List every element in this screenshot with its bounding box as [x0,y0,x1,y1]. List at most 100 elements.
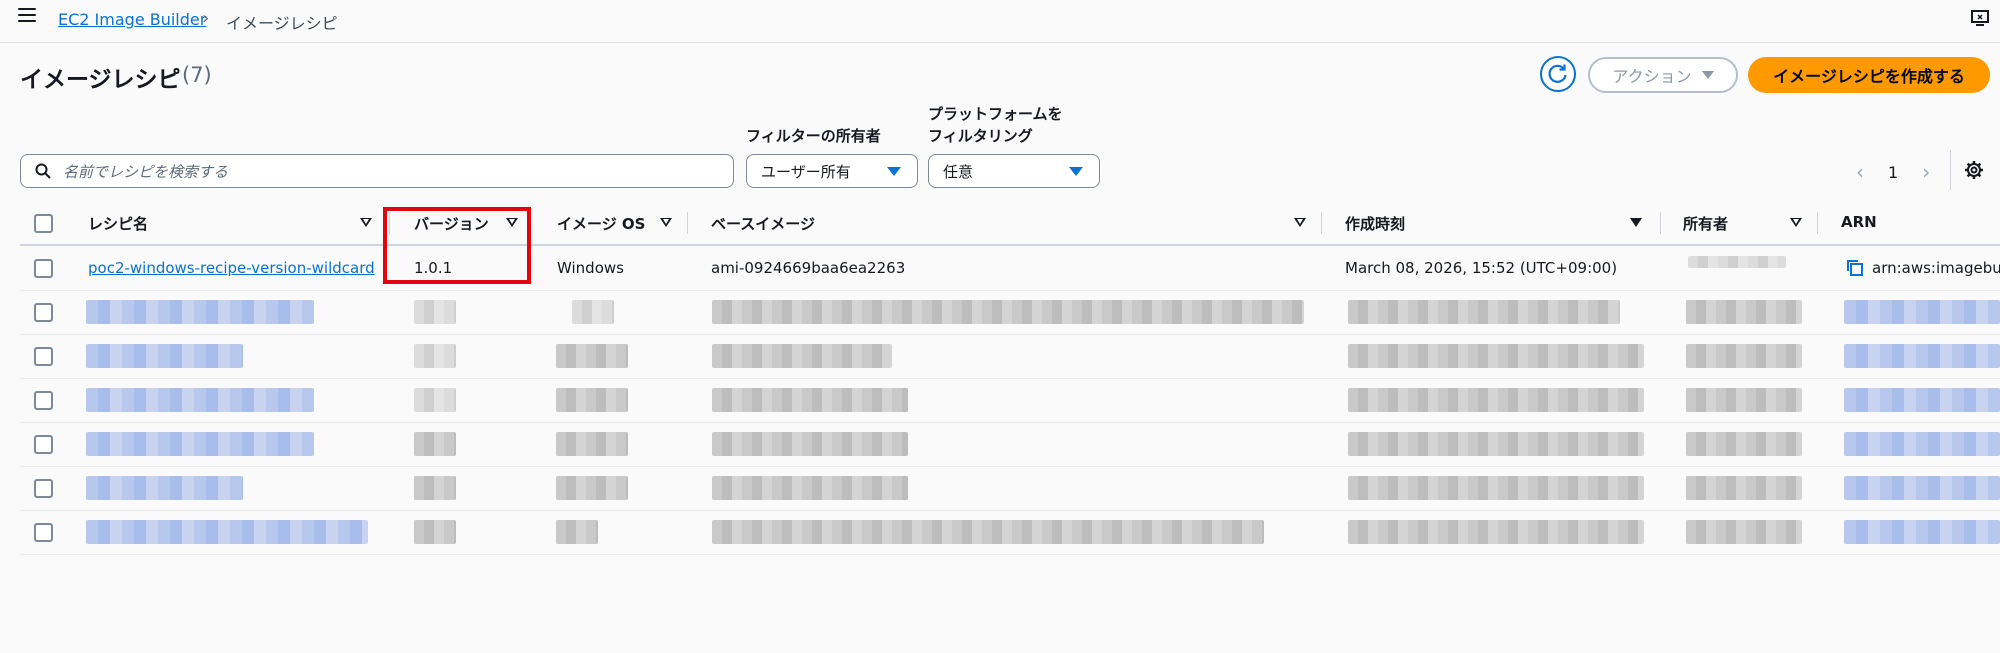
platform-filter-label-line1: プラットフォームを [928,105,1063,123]
next-page-button[interactable]: › [1922,160,1930,184]
column-header-arn[interactable]: ARN [1841,213,1877,231]
redacted-owner [1686,300,1802,324]
actions-label: アクション [1612,67,1692,86]
redacted-created-time [1348,344,1644,368]
row-checkbox[interactable] [34,303,53,322]
base-image-cell: ami-0924669baa6ea2263 [711,259,906,277]
redacted-created-time [1348,476,1644,500]
caret-down-icon [1069,167,1083,176]
redacted-arn [1844,300,2000,324]
redacted-owner [1686,476,1802,500]
column-header-owner[interactable]: 所有者 [1683,213,1728,234]
redacted-owner [1686,388,1802,412]
divider [1950,150,1951,190]
table-row [20,290,2000,335]
row-checkbox[interactable] [34,479,53,498]
row-checkbox[interactable] [34,391,53,410]
column-header-recipe-name[interactable]: レシピ名 [88,213,148,234]
created-time-cell: March 08, 2026, 15:52 (UTC+09:00) [1345,259,1618,277]
breadcrumb-service-link[interactable]: EC2 Image Builder [58,10,206,29]
current-page-number[interactable]: 1 [1888,163,1898,182]
search-field[interactable] [20,154,734,188]
sort-icon[interactable] [360,218,372,227]
sort-descending-icon[interactable] [1630,218,1642,227]
column-divider[interactable] [687,212,688,234]
redacted-recipe-name [86,300,314,324]
actions-dropdown-button[interactable]: アクション [1588,57,1738,93]
platform-filter-label-line2: フィルタリング [928,127,1033,145]
table-row [20,334,2000,379]
help-panel-icon[interactable] [1970,8,1990,28]
redacted-recipe-name [86,344,243,368]
table-row [20,510,2000,555]
gear-icon[interactable] [1964,160,1984,180]
redacted-os [556,344,628,368]
redacted-created-time [1348,388,1644,412]
row-checkbox[interactable] [34,347,53,366]
redacted-base-image [712,432,908,456]
owner-filter-select[interactable]: ユーザー所有 [746,154,918,188]
previous-page-button[interactable]: ‹ [1856,160,1864,184]
redacted-owner [1686,520,1802,544]
redacted-base-image [712,520,1264,544]
redacted-arn [1844,476,2000,500]
row-checkbox[interactable] [34,435,53,454]
recipe-count: (7) [182,63,212,87]
platform-filter-select[interactable]: 任意 [928,154,1100,188]
redacted-recipe-name [86,520,368,544]
redacted-created-time [1348,300,1620,324]
recipe-name-link[interactable]: poc2-windows-recipe-version-wildcard [88,259,375,277]
refresh-icon [1548,64,1567,83]
redacted-base-image [712,344,892,368]
redacted-version [414,476,456,500]
caret-down-icon [1701,71,1714,79]
caret-down-icon [887,167,901,176]
table-row [20,466,2000,511]
sort-icon[interactable] [1790,218,1802,227]
table-row: poc2-windows-recipe-version-wildcard 1.0… [20,246,2000,291]
redacted-version [414,520,456,544]
arn-cell: arn:aws:imagebu [1872,259,2000,277]
redacted-os [556,388,628,412]
redacted-os [556,520,598,544]
page-title: イメージレシピ [20,67,181,93]
row-checkbox[interactable] [34,523,53,542]
search-icon [35,163,51,179]
row-checkbox[interactable] [34,259,53,278]
platform-filter-value: 任意 [943,162,974,181]
menu-icon[interactable] [18,8,36,24]
table-row [20,422,2000,467]
column-divider[interactable] [1660,212,1661,234]
redacted-base-image [712,300,1304,324]
owner-filter-label: フィルターの所有者 [746,127,881,145]
redacted-base-image [712,388,908,412]
redacted-owner [1686,432,1802,456]
refresh-button[interactable] [1540,56,1576,92]
pagination: ‹ 1 › [1856,160,1930,184]
create-image-recipe-button[interactable]: イメージレシピを作成する [1748,57,1990,93]
redacted-version [414,344,456,368]
redacted-version [414,388,456,412]
table-row [20,378,2000,423]
redacted-arn [1844,432,2000,456]
search-input[interactable] [61,157,725,187]
redacted-created-time [1348,520,1644,544]
redacted-arn [1844,520,2000,544]
column-header-created-time[interactable]: 作成時刻 [1345,213,1405,234]
column-divider[interactable] [1321,212,1322,234]
column-header-image-os[interactable]: イメージ OS [557,213,645,234]
column-header-base-image[interactable]: ベースイメージ [711,213,815,234]
breadcrumb-current: イメージレシピ [226,14,338,33]
sort-icon[interactable] [660,218,672,227]
column-divider[interactable] [1817,212,1818,234]
redacted-version [414,432,456,456]
copy-icon[interactable] [1846,259,1864,277]
redacted-owner [1688,256,1786,268]
select-all-checkbox[interactable] [34,214,53,233]
owner-filter-value: ユーザー所有 [761,162,851,181]
redacted-version [414,300,456,324]
redacted-base-image [712,476,908,500]
highlight-box [383,207,531,284]
sort-icon[interactable] [1294,218,1306,227]
redacted-recipe-name [86,388,314,412]
